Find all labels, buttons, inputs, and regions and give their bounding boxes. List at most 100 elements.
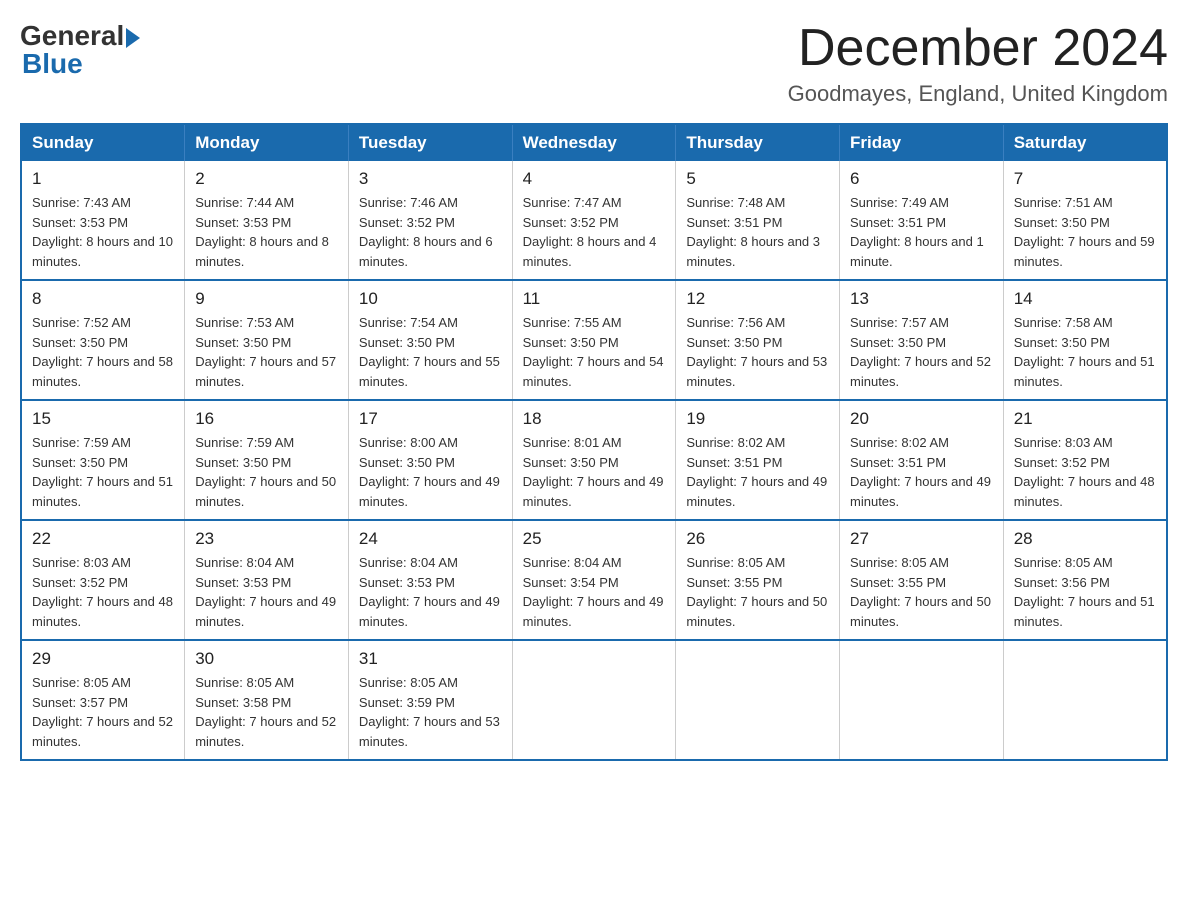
day-number: 9 [195,289,338,309]
day-number: 24 [359,529,502,549]
calendar-day-cell: 12 Sunrise: 7:56 AMSunset: 3:50 PMDayligh… [676,280,840,400]
day-info: Sunrise: 8:05 AMSunset: 3:56 PMDaylight:… [1014,553,1156,631]
day-info: Sunrise: 7:47 AMSunset: 3:52 PMDaylight:… [523,193,666,271]
calendar-day-cell [1003,640,1167,760]
calendar-day-cell: 4 Sunrise: 7:47 AMSunset: 3:52 PMDaylight… [512,161,676,280]
logo-blue-text: Blue [22,48,83,80]
day-number: 17 [359,409,502,429]
day-info: Sunrise: 7:54 AMSunset: 3:50 PMDaylight:… [359,313,502,391]
day-number: 31 [359,649,502,669]
calendar-day-cell: 16 Sunrise: 7:59 AMSunset: 3:50 PMDayligh… [185,400,349,520]
calendar-day-cell: 17 Sunrise: 8:00 AMSunset: 3:50 PMDayligh… [348,400,512,520]
day-number: 2 [195,169,338,189]
day-number: 13 [850,289,993,309]
calendar-day-cell [512,640,676,760]
calendar-day-cell: 27Sunrise: 8:05 AMSunset: 3:55 PMDayligh… [840,520,1004,640]
day-of-week-header: Sunday [21,124,185,161]
calendar-day-cell: 1Sunrise: 7:43 AMSunset: 3:53 PMDaylight… [21,161,185,280]
day-info: Sunrise: 7:57 AMSunset: 3:50 PMDaylight:… [850,313,993,391]
day-info: Sunrise: 8:05 AMSunset: 3:57 PMDaylight:… [32,673,174,751]
day-info: Sunrise: 7:59 AMSunset: 3:50 PMDaylight:… [195,433,338,511]
logo: General Blue [20,20,140,80]
calendar-day-cell: 18 Sunrise: 8:01 AMSunset: 3:50 PMDayligh… [512,400,676,520]
calendar-day-cell: 9 Sunrise: 7:53 AMSunset: 3:50 PMDaylight… [185,280,349,400]
calendar-day-cell: 24 Sunrise: 8:04 AMSunset: 3:53 PMDayligh… [348,520,512,640]
day-number: 30 [195,649,338,669]
day-info: Sunrise: 8:03 AMSunset: 3:52 PMDaylight:… [1014,433,1156,511]
calendar-day-cell [840,640,1004,760]
calendar-day-cell: 11 Sunrise: 7:55 AMSunset: 3:50 PMDayligh… [512,280,676,400]
day-number: 5 [686,169,829,189]
calendar-day-cell: 31 Sunrise: 8:05 AMSunset: 3:59 PMDayligh… [348,640,512,760]
calendar-day-cell: 2Sunrise: 7:44 AMSunset: 3:53 PMDaylight… [185,161,349,280]
day-number: 7 [1014,169,1156,189]
day-number: 26 [686,529,829,549]
calendar-day-cell: 20Sunrise: 8:02 AMSunset: 3:51 PMDayligh… [840,400,1004,520]
day-number: 15 [32,409,174,429]
location-subtitle: Goodmayes, England, United Kingdom [788,81,1168,107]
day-info: Sunrise: 7:56 AMSunset: 3:50 PMDaylight:… [686,313,829,391]
day-number: 18 [523,409,666,429]
day-number: 21 [1014,409,1156,429]
day-info: Sunrise: 7:53 AMSunset: 3:50 PMDaylight:… [195,313,338,391]
day-info: Sunrise: 8:00 AMSunset: 3:50 PMDaylight:… [359,433,502,511]
calendar-day-cell: 15 Sunrise: 7:59 AMSunset: 3:50 PMDayligh… [21,400,185,520]
day-info: Sunrise: 8:04 AMSunset: 3:53 PMDaylight:… [359,553,502,631]
calendar-table: SundayMondayTuesdayWednesdayThursdayFrid… [20,123,1168,761]
calendar-day-cell: 14 Sunrise: 7:58 AMSunset: 3:50 PMDayligh… [1003,280,1167,400]
calendar-header-row: SundayMondayTuesdayWednesdayThursdayFrid… [21,124,1167,161]
day-of-week-header: Tuesday [348,124,512,161]
day-info: Sunrise: 8:05 AMSunset: 3:59 PMDaylight:… [359,673,502,751]
day-number: 16 [195,409,338,429]
day-number: 19 [686,409,829,429]
day-number: 28 [1014,529,1156,549]
calendar-day-cell: 28 Sunrise: 8:05 AMSunset: 3:56 PMDayligh… [1003,520,1167,640]
day-info: Sunrise: 7:59 AMSunset: 3:50 PMDaylight:… [32,433,174,511]
day-of-week-header: Wednesday [512,124,676,161]
calendar-day-cell: 7Sunrise: 7:51 AMSunset: 3:50 PMDaylight… [1003,161,1167,280]
day-number: 8 [32,289,174,309]
day-number: 10 [359,289,502,309]
day-of-week-header: Saturday [1003,124,1167,161]
day-of-week-header: Friday [840,124,1004,161]
calendar-week-row: 29 Sunrise: 8:05 AMSunset: 3:57 PMDayligh… [21,640,1167,760]
calendar-day-cell: 3 Sunrise: 7:46 AMSunset: 3:52 PMDaylight… [348,161,512,280]
calendar-day-cell: 29 Sunrise: 8:05 AMSunset: 3:57 PMDayligh… [21,640,185,760]
day-info: Sunrise: 7:49 AMSunset: 3:51 PMDaylight:… [850,193,993,271]
day-number: 3 [359,169,502,189]
calendar-day-cell: 22Sunrise: 8:03 AMSunset: 3:52 PMDayligh… [21,520,185,640]
calendar-week-row: 1Sunrise: 7:43 AMSunset: 3:53 PMDaylight… [21,161,1167,280]
day-info: Sunrise: 7:55 AMSunset: 3:50 PMDaylight:… [523,313,666,391]
day-number: 11 [523,289,666,309]
calendar-week-row: 22Sunrise: 8:03 AMSunset: 3:52 PMDayligh… [21,520,1167,640]
logo-arrow-icon [126,28,140,48]
page-header: General Blue December 2024 Goodmayes, En… [20,20,1168,107]
calendar-day-cell: 8Sunrise: 7:52 AMSunset: 3:50 PMDaylight… [21,280,185,400]
calendar-day-cell: 10 Sunrise: 7:54 AMSunset: 3:50 PMDayligh… [348,280,512,400]
day-info: Sunrise: 8:01 AMSunset: 3:50 PMDaylight:… [523,433,666,511]
day-of-week-header: Thursday [676,124,840,161]
day-number: 29 [32,649,174,669]
day-info: Sunrise: 7:46 AMSunset: 3:52 PMDaylight:… [359,193,502,271]
day-info: Sunrise: 8:02 AMSunset: 3:51 PMDaylight:… [686,433,829,511]
calendar-day-cell: 19 Sunrise: 8:02 AMSunset: 3:51 PMDayligh… [676,400,840,520]
day-number: 4 [523,169,666,189]
day-number: 23 [195,529,338,549]
day-number: 14 [1014,289,1156,309]
day-info: Sunrise: 7:58 AMSunset: 3:50 PMDaylight:… [1014,313,1156,391]
day-info: Sunrise: 8:03 AMSunset: 3:52 PMDaylight:… [32,553,174,631]
title-block: December 2024 Goodmayes, England, United… [788,20,1168,107]
day-info: Sunrise: 7:43 AMSunset: 3:53 PMDaylight:… [32,193,174,271]
day-number: 12 [686,289,829,309]
calendar-day-cell: 23 Sunrise: 8:04 AMSunset: 3:53 PMDayligh… [185,520,349,640]
calendar-day-cell: 13 Sunrise: 7:57 AMSunset: 3:50 PMDayligh… [840,280,1004,400]
day-info: Sunrise: 8:05 AMSunset: 3:55 PMDaylight:… [686,553,829,631]
calendar-day-cell: 25Sunrise: 8:04 AMSunset: 3:54 PMDayligh… [512,520,676,640]
day-info: Sunrise: 8:04 AMSunset: 3:53 PMDaylight:… [195,553,338,631]
calendar-day-cell: 26 Sunrise: 8:05 AMSunset: 3:55 PMDayligh… [676,520,840,640]
calendar-day-cell: 21 Sunrise: 8:03 AMSunset: 3:52 PMDayligh… [1003,400,1167,520]
calendar-day-cell: 5Sunrise: 7:48 AMSunset: 3:51 PMDaylight… [676,161,840,280]
calendar-day-cell [676,640,840,760]
day-info: Sunrise: 8:04 AMSunset: 3:54 PMDaylight:… [523,553,666,631]
day-info: Sunrise: 8:05 AMSunset: 3:55 PMDaylight:… [850,553,993,631]
